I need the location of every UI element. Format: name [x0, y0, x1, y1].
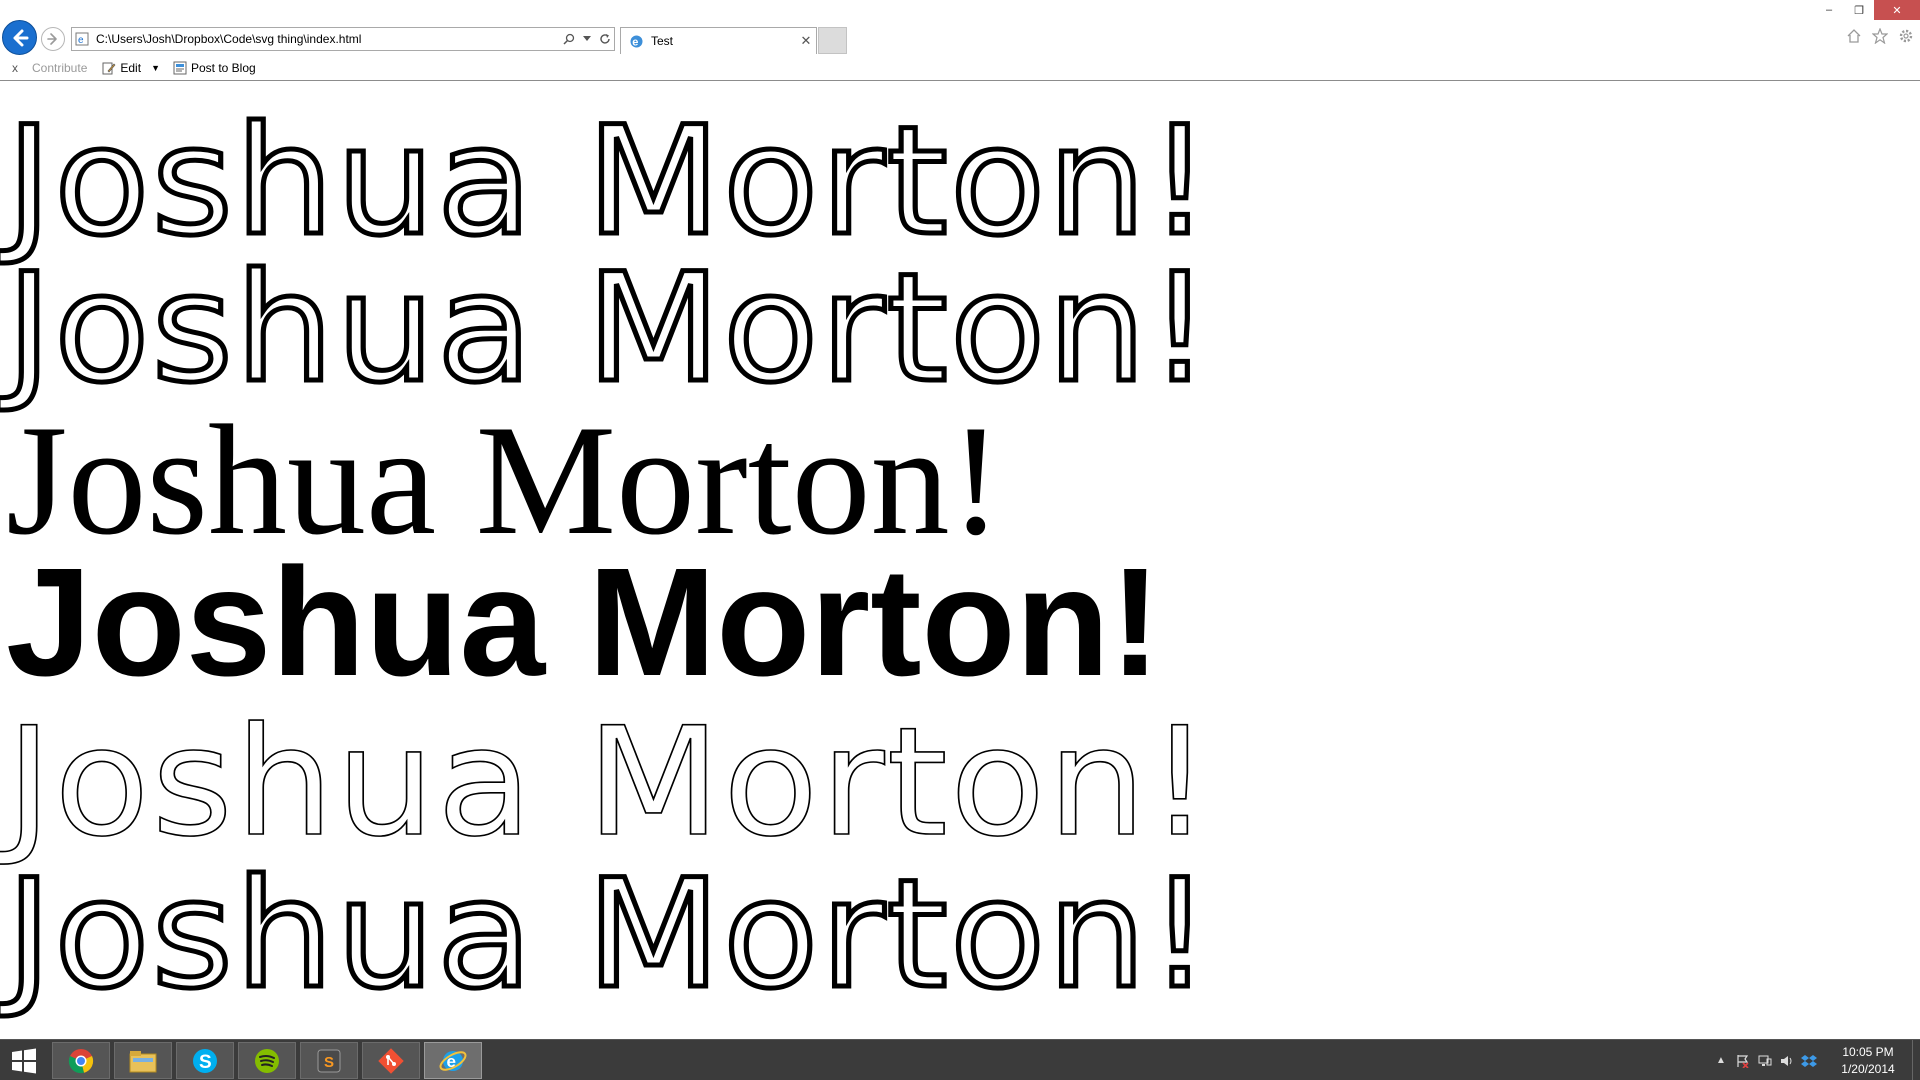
- svg-text:S: S: [324, 1054, 334, 1071]
- blog-icon: [172, 60, 188, 76]
- forward-button[interactable]: [41, 27, 65, 51]
- name-line-bold: Joshua Morton!: [6, 536, 1161, 708]
- taskbar-internet-explorer[interactable]: e: [424, 1042, 482, 1079]
- command-bar: x Contribute Edit ▼ Post to Blog: [0, 55, 1920, 80]
- clock-time: 10:05 PM: [1842, 1044, 1894, 1059]
- system-tray: ▲ 10:05 PM 1/20/2014: [1710, 1040, 1920, 1080]
- skype-icon: S: [193, 1048, 217, 1073]
- ie-page-icon: e: [627, 32, 645, 50]
- spotify-icon: [255, 1048, 279, 1073]
- search-icon[interactable]: [560, 28, 578, 50]
- edit-icon: [101, 60, 117, 76]
- edit-dropdown-icon[interactable]: ▼: [151, 63, 160, 73]
- dropbox-icon[interactable]: [1798, 1050, 1820, 1072]
- name-line-thin-3: Joshua Morton!: [3, 848, 1213, 1022]
- dropdown-arrow-icon[interactable]: [578, 28, 596, 50]
- forward-arrow-icon: [47, 33, 57, 45]
- page-icon: e: [72, 28, 92, 50]
- taskbar: S S e ▲ 10:05 PM 1/20/2014: [0, 1039, 1920, 1080]
- address-bar[interactable]: e C:\Users\Josh\Dropbox\Code\svg thing\i…: [71, 27, 615, 51]
- window-controls: – ❐ ✕: [1814, 0, 1920, 20]
- post-to-blog-button[interactable]: Post to Blog: [172, 60, 256, 76]
- network-icon[interactable]: [1754, 1050, 1776, 1072]
- name-line-thin: Joshua Morton!: [3, 95, 1213, 269]
- contribute-label: Contribute: [32, 60, 88, 75]
- sublime-text-icon: S: [317, 1049, 341, 1072]
- contribute-button[interactable]: Contribute: [32, 61, 87, 75]
- page-content: Joshua Morton! Joshua Morton! Joshua Mor…: [0, 82, 1920, 1038]
- settings-gear-icon[interactable]: [1898, 28, 1914, 44]
- file-explorer-icon: [129, 1050, 157, 1072]
- home-icon[interactable]: [1846, 28, 1862, 44]
- close-command-bar-icon[interactable]: x: [6, 61, 24, 75]
- address-url[interactable]: C:\Users\Josh\Dropbox\Code\svg thing\ind…: [92, 32, 560, 46]
- show-hidden-icons-icon[interactable]: ▲: [1710, 1050, 1732, 1072]
- show-desktop-button[interactable]: [1912, 1040, 1920, 1080]
- close-tab-icon[interactable]: ✕: [796, 31, 816, 51]
- back-button[interactable]: [2, 20, 37, 55]
- action-center-flag-icon[interactable]: [1732, 1050, 1754, 1072]
- taskbar-git[interactable]: [362, 1042, 420, 1079]
- tab-title: Test: [651, 34, 674, 48]
- new-tab-button[interactable]: [818, 27, 847, 54]
- close-window-button[interactable]: ✕: [1874, 0, 1920, 20]
- back-arrow-icon: [13, 29, 28, 46]
- edit-button[interactable]: Edit ▼: [101, 60, 160, 76]
- chrome-icon: [68, 1048, 94, 1073]
- taskbar-skype[interactable]: S: [176, 1042, 234, 1079]
- system-clock[interactable]: 10:05 PM 1/20/2014: [1828, 1044, 1908, 1078]
- name-line-outline: Joshua Morton!: [5, 696, 1213, 870]
- svg-text:S: S: [199, 1052, 212, 1073]
- svg-text:e: e: [632, 36, 638, 48]
- taskbar-chrome[interactable]: [52, 1042, 110, 1079]
- browser-tools: [1846, 28, 1914, 44]
- favorites-star-icon[interactable]: [1872, 28, 1888, 44]
- clock-date: 1/20/2014: [1841, 1061, 1895, 1076]
- taskbar-file-explorer[interactable]: [114, 1042, 172, 1079]
- restore-button[interactable]: ❐: [1844, 0, 1874, 20]
- post-to-blog-label: Post to Blog: [190, 60, 256, 75]
- edit-label: Edit: [120, 60, 142, 75]
- browser-chrome: e C:\Users\Josh\Dropbox\Code\svg thing\i…: [0, 0, 1920, 81]
- taskbar-sublime-text[interactable]: S: [300, 1042, 358, 1079]
- refresh-icon[interactable]: [596, 28, 614, 50]
- taskbar-spotify[interactable]: [238, 1042, 296, 1079]
- windows-logo-icon: [12, 1048, 36, 1074]
- git-icon: [378, 1047, 404, 1074]
- svg-text:e: e: [78, 35, 84, 46]
- start-button[interactable]: [6, 1046, 42, 1076]
- minimize-button[interactable]: –: [1814, 0, 1844, 20]
- volume-icon[interactable]: [1776, 1050, 1798, 1072]
- name-line-thin-2: Joshua Morton!: [3, 242, 1213, 416]
- browser-tab[interactable]: e Test ✕: [620, 27, 817, 54]
- internet-explorer-icon: e: [439, 1050, 467, 1071]
